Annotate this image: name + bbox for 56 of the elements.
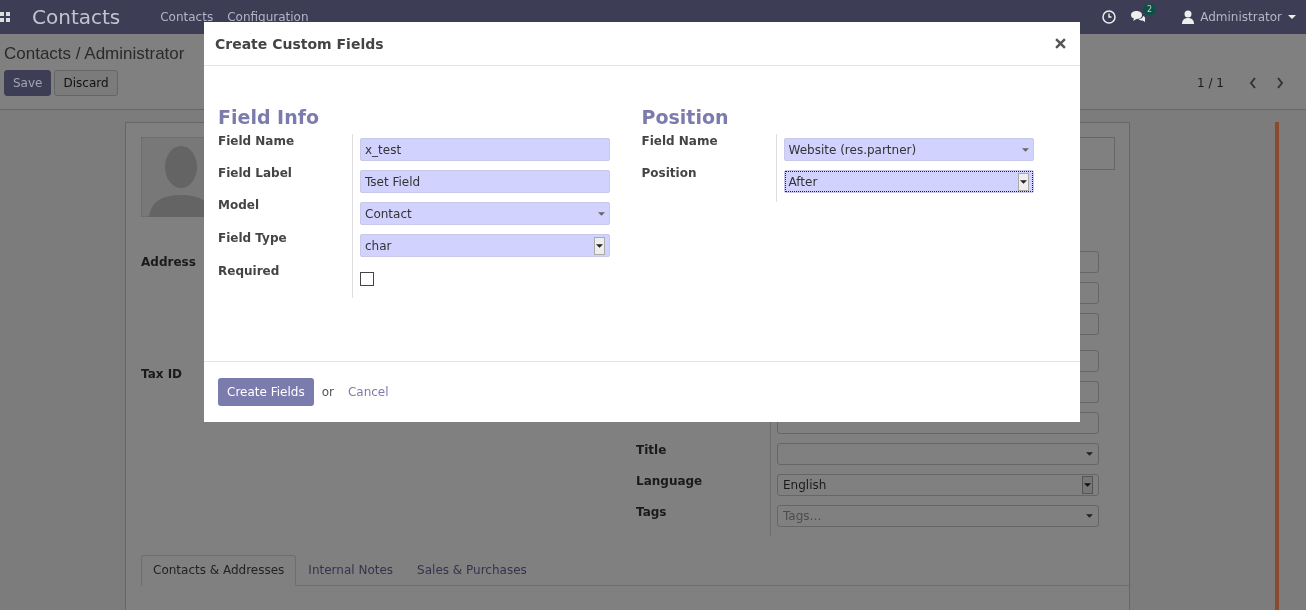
section-heading: Field Info [218,106,321,128]
caret-icon [596,243,603,248]
close-button[interactable] [1053,36,1068,51]
select-field[interactable]: English [777,474,1099,496]
section-heading: Position [641,106,730,128]
cancel-link[interactable]: Cancel [347,385,389,399]
input-field[interactable]: Tset Field [360,170,610,193]
previous-icon[interactable] [1249,77,1257,89]
save-button[interactable]: Save [4,70,52,96]
apps-icon[interactable] [0,12,10,22]
field-label: Tax ID [141,367,184,381]
input-field[interactable]: x_test [360,138,610,161]
field-label: Address [141,255,197,269]
next-icon[interactable] [1276,77,1284,89]
field-label: Field Label [218,166,292,180]
caret-icon [1288,15,1296,19]
dropdown-button[interactable] [594,236,605,255]
field-label: Position [641,166,697,180]
caret-icon [1086,452,1093,456]
field-label: Title [636,443,668,459]
dialog-title: Create Custom Fields [215,35,385,52]
dropdown-button[interactable] [1082,476,1093,494]
field-label: Field Type [218,231,287,245]
tab[interactable]: Internal Notes [296,555,406,586]
caret-icon [1084,483,1091,487]
app-title: Contacts [32,5,121,29]
create-fields-button[interactable]: Create Fields [218,378,314,406]
clock-icon[interactable] [1102,10,1117,24]
checkbox[interactable] [360,272,374,286]
user-menu[interactable]: Administrator [1200,10,1282,24]
select-field[interactable]: Contact [360,202,610,225]
select-field[interactable]: char [360,234,610,257]
dropdown-button[interactable] [1017,172,1029,191]
field-label: Field Name [641,134,718,148]
message-count-badge: 2 [1143,4,1157,15]
field-label: Model [218,198,260,212]
tab[interactable]: Contacts & Addresses [141,555,297,586]
menu-item[interactable]: Configuration [227,10,309,24]
caret-icon [598,211,605,216]
chat-icon[interactable] [1130,10,1147,24]
field-label: Tags [636,505,668,521]
select-field[interactable]: After [783,170,1034,193]
pager-counter: 1 / 1 [1197,76,1224,90]
caret-icon [1021,147,1029,152]
tab[interactable]: Sales & Purchases [405,555,539,586]
caret-icon [1086,514,1093,518]
field-label: Field Name [218,134,295,148]
user-icon [1182,10,1195,24]
menu-item[interactable]: Contacts [160,10,214,24]
select-field[interactable] [777,443,1099,465]
or-text: or [321,385,334,399]
select-field[interactable]: Website (res.partner) [783,138,1034,161]
field-label: Required [218,264,280,278]
caret-icon [1019,179,1027,184]
discard-button[interactable]: Discard [54,70,118,96]
field-label: Language [636,474,704,490]
